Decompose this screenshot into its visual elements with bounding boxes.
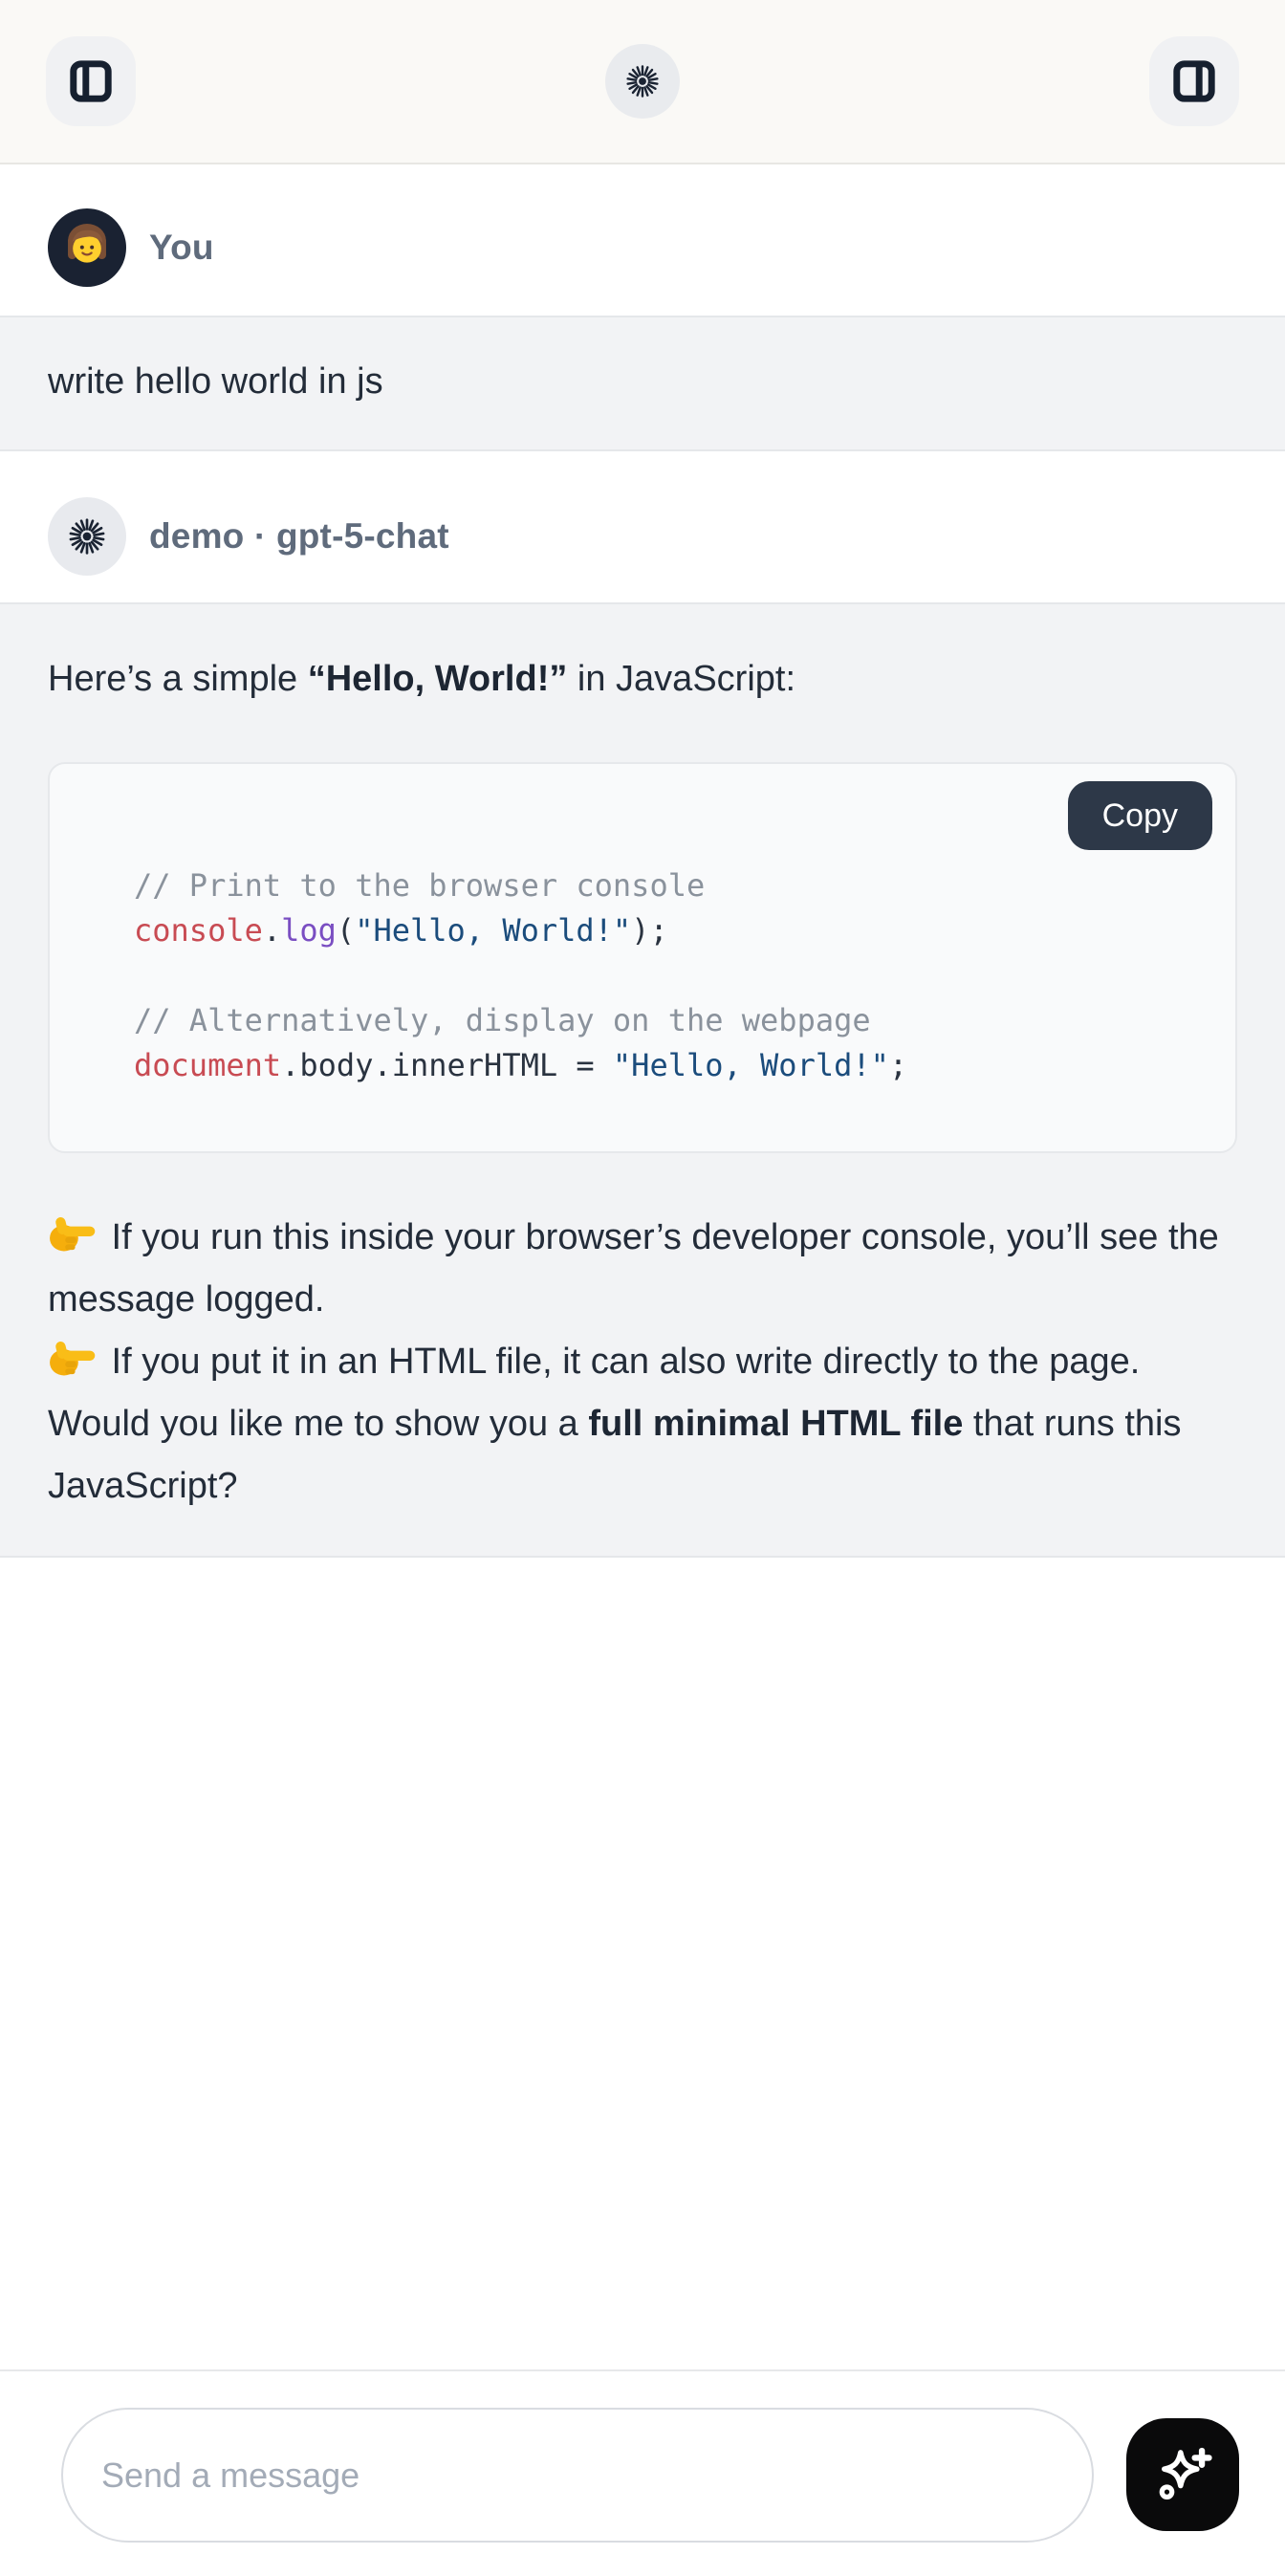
top-bar: [0, 0, 1285, 164]
message-input[interactable]: [61, 2408, 1094, 2543]
person-emoji-icon: [57, 218, 117, 277]
user-turn: You write hello world in js: [0, 164, 1285, 451]
assistant-avatar: [48, 497, 126, 576]
code-block: Copy // Print to the browser console con…: [48, 762, 1237, 1153]
user-avatar: [48, 208, 126, 287]
assistant-intro-text: Here’s a simple “Hello, World!” in JavaS…: [48, 648, 1237, 710]
assistant-message: Here’s a simple “Hello, World!” in JavaS…: [0, 602, 1285, 1558]
user-message: write hello world in js: [0, 316, 1285, 451]
assistant-turn: demo · gpt-5-chat Here’s a simple “Hello…: [0, 451, 1285, 1558]
sidebar-toggle-button[interactable]: [46, 36, 136, 126]
burst-icon-slot: [625, 64, 660, 98]
copy-button[interactable]: Copy: [1068, 781, 1212, 850]
assistant-notes-text: If you run this inside your browser’s de…: [48, 1207, 1237, 1393]
assistant-name-label: demo · gpt-5-chat: [149, 516, 449, 557]
code-content: // Print to the browser console console.…: [73, 863, 1212, 1088]
user-turn-header: You: [0, 164, 1285, 316]
burst-icon-slot: [68, 517, 106, 556]
burst-icon: [625, 64, 660, 98]
right-panel-toggle-button[interactable]: [1149, 36, 1239, 126]
send-button[interactable]: [1126, 2418, 1239, 2531]
chat-app: You write hello world in js: [0, 0, 1285, 2576]
composer: [0, 2369, 1285, 2576]
panel-right-icon: [1169, 56, 1219, 106]
user-message-text: write hello world in js: [48, 356, 1237, 407]
code-text: // Print to the browser console console.…: [134, 867, 907, 1083]
point-right-emoji-icon: [48, 1338, 98, 1380]
sparkles-icon: [1151, 2443, 1214, 2506]
panel-left-icon: [66, 56, 116, 106]
point-right-emoji-icon: [48, 1213, 98, 1255]
user-name-label: You: [149, 228, 214, 268]
burst-icon: [68, 517, 106, 556]
empty-scroll-area: [0, 1558, 1285, 2369]
assistant-question-text: Would you like me to show you a full min…: [48, 1393, 1237, 1517]
model-button[interactable]: [605, 44, 680, 119]
assistant-turn-header: demo · gpt-5-chat: [0, 451, 1285, 602]
